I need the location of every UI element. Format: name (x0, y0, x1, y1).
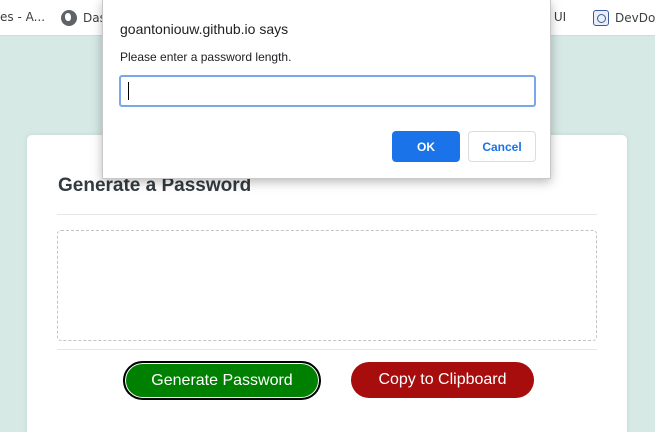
cancel-button[interactable]: Cancel (468, 131, 536, 162)
globe-icon (61, 10, 77, 26)
copy-to-clipboard-button[interactable]: Copy to Clipboard (351, 362, 534, 398)
dialog-origin: goantoniouw.github.io says (120, 21, 289, 37)
prompt-dialog: goantoniouw.github.io says Please enter … (102, 0, 551, 179)
bookmark-item[interactable]: es - A... (0, 10, 45, 24)
divider (57, 349, 597, 350)
password-output[interactable] (57, 230, 597, 341)
password-length-input[interactable] (119, 75, 536, 107)
generate-password-button[interactable]: Generate Password (123, 361, 321, 400)
bookmark-item-dashboard[interactable]: Das (61, 10, 106, 26)
bookmark-item-devdocs[interactable]: DevDoc (593, 10, 655, 26)
bookmark-label: DevDoc (615, 11, 655, 25)
text-caret (128, 82, 129, 100)
ok-button[interactable]: OK (392, 131, 460, 162)
dialog-message: Please enter a password length. (120, 50, 292, 64)
devdocs-icon (593, 10, 609, 26)
password-card: Generate a Password Generate Password Co… (27, 135, 627, 432)
divider (57, 214, 597, 215)
bookmark-label: es - A... (0, 10, 46, 24)
